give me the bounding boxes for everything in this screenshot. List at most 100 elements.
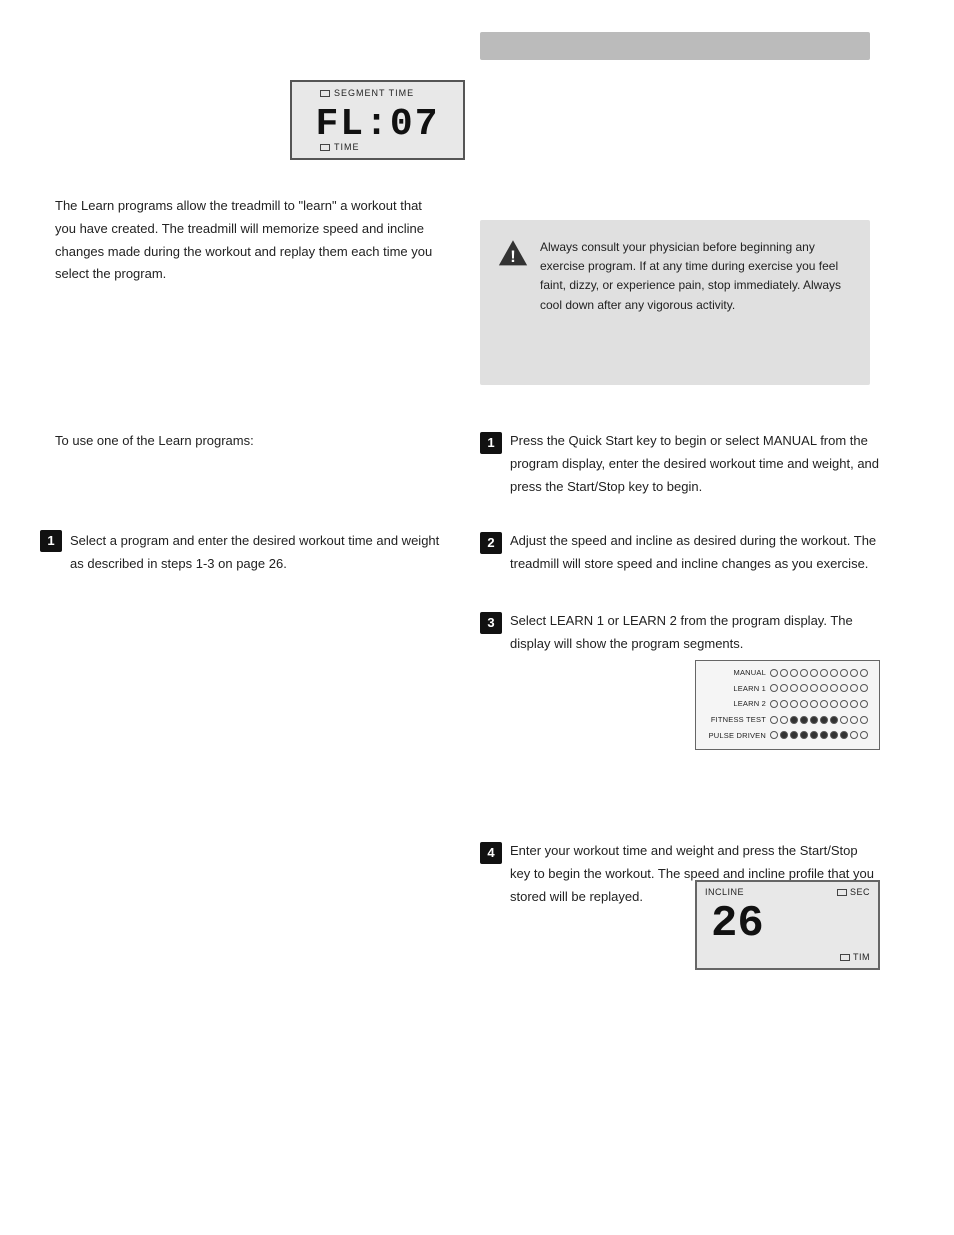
sec-checkbox (837, 889, 847, 896)
program-selector: MANUAL LEARN 1 LEARN 2 FITNESS TEST PULSE DR… (695, 660, 880, 750)
dot-1-8 (850, 684, 858, 692)
dot-1-1 (780, 684, 788, 692)
dot-0-4 (810, 669, 818, 677)
dot-4-5 (820, 731, 828, 739)
warning-box: ! Always consult your physician before b… (480, 220, 870, 385)
fl07-display: SEGMENT TIME FL:07 TIME (290, 80, 465, 160)
dot-3-6 (830, 716, 838, 724)
prog-label-0: MANUAL (704, 668, 766, 677)
warning-text: Always consult your physician before beg… (540, 238, 850, 315)
dot-0-9 (860, 669, 868, 677)
prog-dots-3 (770, 716, 868, 724)
dot-0-1 (780, 669, 788, 677)
prog-dots-0 (770, 669, 868, 677)
dot-4-8 (850, 731, 858, 739)
learn-programs-intro: To use one of the Learn programs: (55, 430, 445, 453)
dot-3-0 (770, 716, 778, 724)
dot-1-3 (800, 684, 808, 692)
left-text-mid: To use one of the Learn programs: (55, 430, 445, 453)
prog-row-1: LEARN 1 (704, 684, 871, 693)
dot-2-0 (770, 700, 778, 708)
svg-text:!: ! (510, 248, 516, 266)
dot-0-8 (850, 669, 858, 677)
time-checkbox-2 (840, 954, 850, 961)
prog-label-1: LEARN 1 (704, 684, 766, 693)
dot-4-1 (780, 731, 788, 739)
dot-3-8 (850, 716, 858, 724)
dot-3-3 (800, 716, 808, 724)
dot-0-5 (820, 669, 828, 677)
dot-4-7 (840, 731, 848, 739)
dot-1-0 (770, 684, 778, 692)
dot-4-6 (830, 731, 838, 739)
dot-2-8 (850, 700, 858, 708)
dot-3-4 (810, 716, 818, 724)
time-label: TIME (320, 142, 360, 152)
time-checkbox (320, 144, 330, 151)
header-bar (480, 32, 870, 60)
left-text-top: The Learn programs allow the treadmill t… (55, 195, 445, 286)
dot-2-6 (830, 700, 838, 708)
prog-dots-1 (770, 684, 868, 692)
prog-label-4: PULSE DRIVEN (704, 731, 766, 740)
step1-right-text: Press the Quick Start key to begin or se… (510, 430, 880, 498)
prog-row-0: MANUAL (704, 668, 871, 677)
dot-2-1 (780, 700, 788, 708)
dot-1-6 (830, 684, 838, 692)
dot-1-4 (810, 684, 818, 692)
prog-row-2: LEARN 2 (704, 699, 871, 708)
dot-0-2 (790, 669, 798, 677)
prog-row-4: PULSE DRIVEN (704, 731, 871, 740)
dot-0-7 (840, 669, 848, 677)
dot-2-4 (810, 700, 818, 708)
step1-left-block: 1 Select a program and enter the desired… (40, 530, 440, 576)
sec-area: SEC (837, 887, 870, 897)
prog-dots-4 (770, 731, 868, 739)
dot-0-3 (800, 669, 808, 677)
dot-1-7 (840, 684, 848, 692)
dot-2-9 (860, 700, 868, 708)
warning-icon: ! (498, 238, 528, 268)
dot-3-2 (790, 716, 798, 724)
dot-4-9 (860, 731, 868, 739)
step2-right-text: Adjust the speed and incline as desired … (510, 530, 880, 576)
dot-0-6 (830, 669, 838, 677)
dot-2-3 (800, 700, 808, 708)
display-main-value: FL:07 (315, 103, 439, 146)
step2-right-block: 2 Adjust the speed and incline as desire… (480, 530, 880, 576)
incline-time-label: TIM (853, 952, 870, 962)
dot-0-0 (770, 669, 778, 677)
segment-time-checkbox (320, 90, 330, 97)
step4-right-number: 4 (480, 842, 502, 864)
step1-left-text: Select a program and enter the desired w… (70, 530, 440, 576)
incline-label: INCLINE (705, 887, 744, 897)
dot-3-5 (820, 716, 828, 724)
dot-3-9 (860, 716, 868, 724)
learn-programs-description: The Learn programs allow the treadmill t… (55, 195, 445, 286)
dot-4-2 (790, 731, 798, 739)
dot-2-5 (820, 700, 828, 708)
dot-4-4 (810, 731, 818, 739)
step2-right-number: 2 (480, 532, 502, 554)
step1-left-number: 1 (40, 530, 62, 552)
dot-2-7 (840, 700, 848, 708)
incline-display: INCLINE SEC 26 TIM (695, 880, 880, 970)
incline-time-area: TIM (840, 952, 870, 962)
segment-time-label: SEGMENT TIME (320, 88, 414, 98)
dot-1-5 (820, 684, 828, 692)
dot-2-2 (790, 700, 798, 708)
dot-4-0 (770, 731, 778, 739)
step1-right-block: 1 Press the Quick Start key to begin or … (480, 430, 880, 498)
sec-label: SEC (850, 887, 870, 897)
dot-3-1 (780, 716, 788, 724)
prog-label-2: LEARN 2 (704, 699, 766, 708)
dot-3-7 (840, 716, 848, 724)
step1-right-number: 1 (480, 432, 502, 454)
dot-4-3 (800, 731, 808, 739)
dot-1-9 (860, 684, 868, 692)
step3-right-number: 3 (480, 612, 502, 634)
incline-main-value: 26 (711, 899, 878, 949)
prog-row-3: FITNESS TEST (704, 715, 871, 724)
step3-right-block: 3 Select LEARN 1 or LEARN 2 from the pro… (480, 610, 880, 656)
dot-1-2 (790, 684, 798, 692)
